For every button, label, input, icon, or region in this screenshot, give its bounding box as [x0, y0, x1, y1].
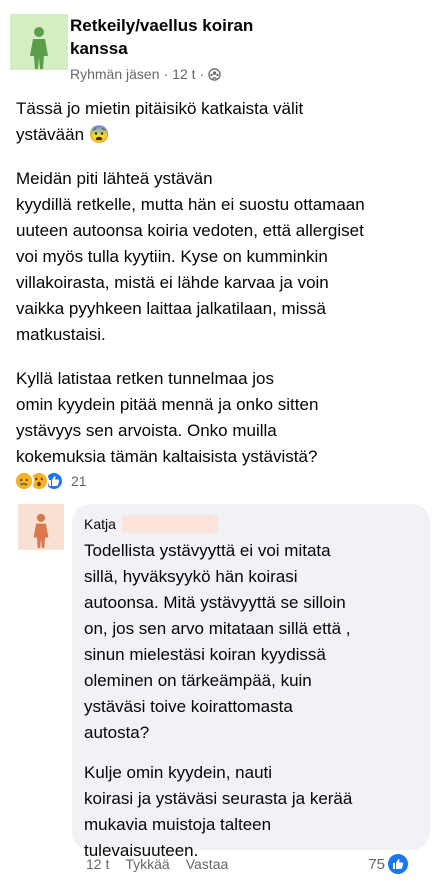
- text-line: ystävyys sen arvoista. Onko muilla: [16, 421, 277, 440]
- post-text: Tässä jo mietin pitäisikö katkaista väli…: [16, 96, 430, 488]
- group-name-line: kanssa: [70, 39, 128, 58]
- redacted-surname: [121, 515, 218, 533]
- text-line: Kulje omin kyydein, nauti: [84, 763, 273, 782]
- sad-reaction-icon: [14, 471, 34, 491]
- like-comment-button[interactable]: Tykkää: [125, 856, 169, 872]
- text-line: voi myös tulla kyytiin. Kyse on kumminki…: [16, 247, 328, 266]
- audience-group-icon: [208, 67, 221, 81]
- text-line: ystävään 😨: [16, 125, 110, 144]
- reactions-summary[interactable]: 21: [14, 470, 87, 492]
- author-role: Ryhmän jäsen: [70, 66, 160, 82]
- post-timestamp[interactable]: 12 t: [172, 66, 195, 82]
- meta-separator: ·: [163, 66, 169, 82]
- post-meta: Ryhmän jäsen · 12 t ·: [70, 66, 221, 82]
- text-line: Todellista ystävyyttä ei voi mitata: [84, 541, 331, 560]
- text-line: kyydillä retkelle, mutta hän ei suostu o…: [16, 195, 365, 214]
- text-line: koirasi ja ystäväsi seurasta ja kerää: [84, 789, 353, 808]
- comment-time[interactable]: 12 t: [86, 856, 109, 872]
- female-figure-icon: [33, 513, 49, 549]
- text-line: villakoirasta, mistä ei lähde karvaa ja …: [16, 273, 329, 292]
- comment-author-name[interactable]: Katja: [84, 516, 116, 532]
- paragraph: Tässä jo mietin pitäisikö katkaista väli…: [16, 96, 430, 148]
- text-line: Kyllä latistaa retken tunnelmaa jos: [16, 369, 274, 388]
- female-figure-icon: [30, 27, 48, 69]
- group-name-line: Retkeily/vaellus koiran: [70, 16, 254, 35]
- text-line: vaikka pyyhkeen laittaa jalkatilaan, mis…: [16, 299, 326, 318]
- comment-author-row: Katja: [84, 514, 418, 534]
- text-line: sillä, hyväksyykö hän koirasi: [84, 567, 298, 586]
- meta-separator: ·: [199, 66, 205, 82]
- group-avatar[interactable]: [10, 14, 68, 70]
- like-reaction-icon: [388, 854, 408, 874]
- commenter-avatar[interactable]: [18, 504, 64, 550]
- text-line: kokemuksia tämän kaltaisista ystävistä?: [16, 447, 318, 466]
- comment-like-count: 75: [368, 855, 385, 873]
- reply-comment-button[interactable]: Vastaa: [186, 856, 229, 872]
- text-line: oleminen on tärkeämpää, kuin: [84, 671, 312, 690]
- comment-actions: 12 t Tykkää Vastaa: [86, 856, 244, 872]
- text-line: autoonsa. Mitä ystävyyttä se silloin: [84, 593, 346, 612]
- reaction-count: 21: [71, 473, 87, 489]
- paragraph: Kyllä latistaa retken tunnelmaa jos omin …: [16, 366, 430, 470]
- comment-text: Todellista ystävyyttä ei voi mitata sillä…: [84, 538, 418, 864]
- text-line: omin kyydein pitää mennä ja onko sitten: [16, 395, 319, 414]
- post-header: Retkeily/vaellus koiran kanssa Ryhmän jä…: [10, 8, 430, 88]
- group-name-link[interactable]: Retkeily/vaellus koiran kanssa: [70, 14, 330, 60]
- text-line: Meidän piti lähteä ystävän: [16, 169, 213, 188]
- comment-bubble: Katja Todellista ystävyyttä ei voi mitat…: [72, 504, 430, 860]
- text-line: autosta?: [84, 723, 150, 742]
- paragraph: Todellista ystävyyttä ei voi mitata sillä…: [84, 538, 418, 746]
- text-line: ystäväsi toive koirattomasta: [84, 697, 293, 716]
- text-line: Tässä jo mietin pitäisikö katkaista väli…: [16, 99, 304, 118]
- paragraph: Kulje omin kyydein, nauti koirasi ja ystä…: [84, 760, 418, 864]
- text-line: uuteen autoonsa koiria vedoten, että all…: [16, 221, 364, 240]
- text-line: on, jos sen arvo mitataan sillä että ,: [84, 619, 351, 638]
- text-line: matkustaisi.: [16, 325, 106, 344]
- text-line: mukavia muistoja talteen: [84, 815, 272, 834]
- text-line: sinun mielestäsi koiran kyydissä: [84, 645, 326, 664]
- paragraph: Meidän piti lähteä ystävän kyydillä retke…: [16, 166, 430, 348]
- comment-likes-summary[interactable]: 75: [368, 854, 408, 874]
